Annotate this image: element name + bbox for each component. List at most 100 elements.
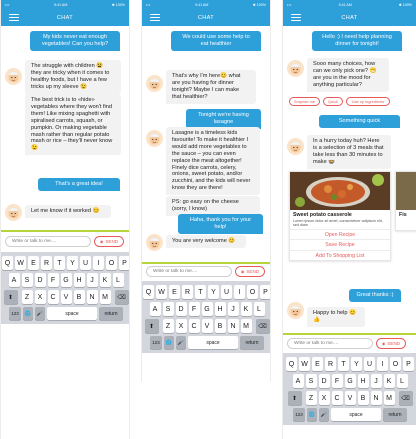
key-f[interactable]: F xyxy=(331,374,343,388)
key-y[interactable]: Y xyxy=(208,285,219,299)
key-o[interactable]: O xyxy=(390,357,401,371)
key-q[interactable]: Q xyxy=(286,357,297,371)
key-z[interactable]: Z xyxy=(162,319,174,333)
key-c[interactable]: C xyxy=(188,319,200,333)
mic-key-icon[interactable]: 🎤 xyxy=(176,336,186,349)
key-l[interactable]: L xyxy=(253,302,265,316)
message-input[interactable]: Write or talk to me.... xyxy=(5,236,91,247)
key-c[interactable]: C xyxy=(47,290,59,304)
key-t[interactable]: T xyxy=(54,256,65,270)
key-e[interactable]: E xyxy=(312,357,323,371)
key-w[interactable]: W xyxy=(299,357,310,371)
key-g[interactable]: G xyxy=(201,302,213,316)
key-w[interactable]: W xyxy=(156,285,167,299)
key-v[interactable]: V xyxy=(60,290,72,304)
key-c[interactable]: C xyxy=(331,391,343,405)
key-b[interactable]: B xyxy=(357,391,369,405)
key-a[interactable]: A xyxy=(8,273,20,287)
globe-key-icon[interactable]: 🌐 xyxy=(307,408,317,421)
mic-key-icon[interactable]: 🎤 xyxy=(319,408,329,421)
globe-key-icon[interactable]: 🌐 xyxy=(164,336,174,349)
space-key[interactable]: space xyxy=(331,408,381,421)
key-g[interactable]: G xyxy=(344,374,356,388)
key-t[interactable]: T xyxy=(338,357,349,371)
numbers-key[interactable]: 123 xyxy=(293,408,305,421)
quick-reply-ingredients[interactable]: Use up ingredients xyxy=(346,97,390,106)
send-button[interactable]: ◉ SEND xyxy=(235,266,265,277)
key-j[interactable]: J xyxy=(86,273,98,287)
key-y[interactable]: Y xyxy=(351,357,362,371)
key-d[interactable]: D xyxy=(34,273,46,287)
key-s[interactable]: S xyxy=(305,374,317,388)
key-p[interactable]: P xyxy=(119,256,129,270)
menu-icon[interactable] xyxy=(291,14,301,21)
key-s[interactable]: S xyxy=(162,302,174,316)
key-j[interactable]: J xyxy=(370,374,382,388)
key-x[interactable]: X xyxy=(318,391,330,405)
key-u[interactable]: U xyxy=(80,256,91,270)
key-v[interactable]: V xyxy=(201,319,213,333)
return-key[interactable]: return xyxy=(99,307,123,320)
menu-icon[interactable] xyxy=(9,14,19,21)
key-l[interactable]: L xyxy=(112,273,124,287)
message-input[interactable]: Write or talk to me.... xyxy=(146,266,232,277)
key-y[interactable]: Y xyxy=(67,256,78,270)
key-u[interactable]: U xyxy=(364,357,375,371)
key-k[interactable]: K xyxy=(240,302,252,316)
key-a[interactable]: A xyxy=(149,302,161,316)
shift-key-icon[interactable]: ⬆ xyxy=(287,391,302,405)
key-v[interactable]: V xyxy=(344,391,356,405)
key-z[interactable]: Z xyxy=(21,290,33,304)
recipe-card-partial[interactable]: Fis xyxy=(395,171,416,231)
key-g[interactable]: G xyxy=(60,273,72,287)
key-o[interactable]: O xyxy=(106,256,117,270)
send-button[interactable]: ◉ SEND xyxy=(94,236,124,247)
message-input[interactable]: Write or talk to me.... xyxy=(287,338,373,349)
key-i[interactable]: I xyxy=(377,357,388,371)
key-a[interactable]: A xyxy=(292,374,304,388)
key-h[interactable]: H xyxy=(357,374,369,388)
backspace-key-icon[interactable]: ⌫ xyxy=(255,319,270,333)
send-button[interactable]: ◉ SEND xyxy=(376,338,406,349)
key-h[interactable]: H xyxy=(73,273,85,287)
space-key[interactable]: space xyxy=(188,336,238,349)
shift-key-icon[interactable]: ⬆ xyxy=(3,290,18,304)
key-k[interactable]: K xyxy=(383,374,395,388)
key-e[interactable]: E xyxy=(169,285,180,299)
mic-key-icon[interactable]: 🎤 xyxy=(35,307,45,320)
key-n[interactable]: N xyxy=(370,391,382,405)
add-to-shopping-list-button[interactable]: Add To Shopping List xyxy=(290,249,390,261)
key-p[interactable]: P xyxy=(260,285,270,299)
key-x[interactable]: X xyxy=(34,290,46,304)
key-w[interactable]: W xyxy=(15,256,26,270)
backspace-key-icon[interactable]: ⌫ xyxy=(114,290,129,304)
key-d[interactable]: D xyxy=(175,302,187,316)
menu-icon[interactable] xyxy=(150,14,160,21)
quick-reply-quick[interactable]: Quick xyxy=(323,97,343,106)
key-r[interactable]: R xyxy=(182,285,193,299)
key-r[interactable]: R xyxy=(325,357,336,371)
key-m[interactable]: M xyxy=(383,391,395,405)
shift-key-icon[interactable]: ⬆ xyxy=(144,319,159,333)
key-p[interactable]: P xyxy=(403,357,414,371)
key-q[interactable]: Q xyxy=(143,285,154,299)
key-l[interactable]: L xyxy=(396,374,408,388)
numbers-key[interactable]: 123 xyxy=(9,307,21,320)
key-n[interactable]: N xyxy=(86,290,98,304)
key-b[interactable]: B xyxy=(73,290,85,304)
key-o[interactable]: O xyxy=(247,285,258,299)
key-s[interactable]: S xyxy=(21,273,33,287)
key-m[interactable]: M xyxy=(99,290,111,304)
key-n[interactable]: N xyxy=(227,319,239,333)
key-r[interactable]: R xyxy=(41,256,52,270)
open-recipe-button[interactable]: Open Recipe xyxy=(290,228,390,240)
numbers-key[interactable]: 123 xyxy=(150,336,162,349)
key-f[interactable]: F xyxy=(47,273,59,287)
key-f[interactable]: F xyxy=(188,302,200,316)
recipe-card[interactable]: Sweet potato casserole Lorem ipsum dolor… xyxy=(289,171,391,261)
key-j[interactable]: J xyxy=(227,302,239,316)
backspace-key-icon[interactable]: ⌫ xyxy=(398,391,413,405)
key-i[interactable]: I xyxy=(93,256,104,270)
quick-reply-surprise[interactable]: Surprise me xyxy=(289,97,320,106)
key-d[interactable]: D xyxy=(318,374,330,388)
